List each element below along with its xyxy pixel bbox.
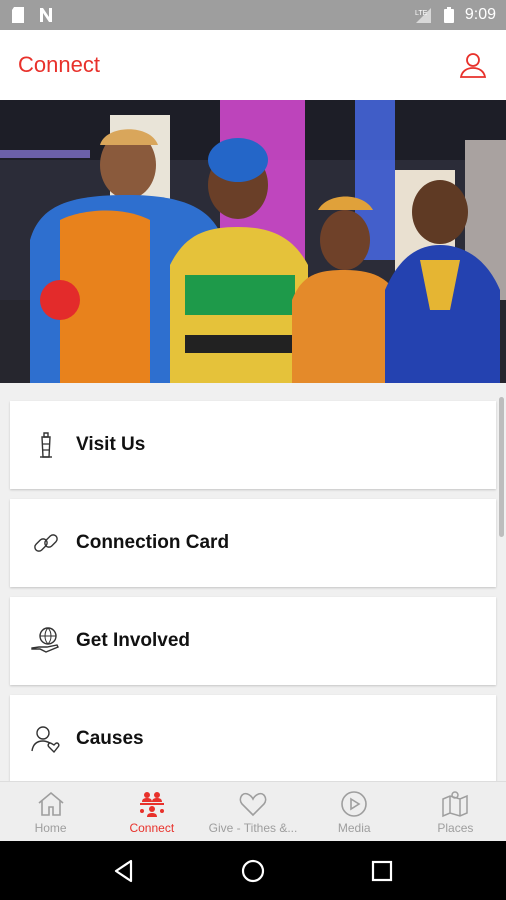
menu-item-label: Visit Us [76, 434, 146, 455]
nav-media-label: Media [337, 820, 371, 835]
lighthouse-icon [40, 432, 52, 458]
nav-places-label: Places [437, 820, 474, 835]
play-circle-icon [341, 790, 368, 817]
svg-text:LTE: LTE [415, 10, 428, 17]
menu-list: Visit Us Connection Card Get Involved Ca… [0, 383, 506, 781]
nav-home-label: Home [34, 820, 67, 835]
nav-give[interactable]: Give - Tithes &... [202, 782, 303, 841]
link-icon [34, 534, 58, 552]
status-bar: LTE 9:09 [0, 0, 506, 30]
battery-icon [443, 7, 454, 23]
home-icon [38, 791, 64, 816]
nav-home[interactable]: Home [0, 782, 101, 841]
nav-give-label: Give - Tithes &... [208, 820, 298, 835]
page-title: Connect [18, 52, 100, 77]
signal-icon: LTE [415, 8, 431, 23]
get-involved-item[interactable]: Get Involved [10, 597, 496, 685]
globe-hand-icon [31, 627, 59, 653]
list-scrollbar[interactable] [499, 397, 504, 537]
menu-item-label: Causes [76, 728, 144, 749]
n-logo-icon [40, 8, 52, 22]
map-icon [442, 790, 469, 817]
person-icon[interactable] [458, 50, 488, 80]
heart-icon [239, 792, 267, 816]
visit-us-item[interactable]: Visit Us [10, 401, 496, 489]
menu-item-label: Get Involved [76, 630, 191, 651]
menu-item-label: Connection Card [76, 532, 230, 553]
nav-connect-label: Connect [129, 820, 175, 835]
nav-places[interactable]: Places [405, 782, 506, 841]
clock-time: 9:09 [464, 6, 496, 23]
recents-icon[interactable] [369, 858, 395, 884]
people-connect-icon [139, 791, 164, 817]
causes-item[interactable]: Causes [10, 695, 496, 781]
bottom-navigation: Home Connect Give - Tithes &... Media Pl… [0, 781, 506, 841]
person-heart-icon [31, 726, 60, 754]
sd-card-icon [12, 7, 24, 23]
back-icon[interactable] [111, 858, 137, 884]
nav-media[interactable]: Media [304, 782, 405, 841]
home-circle-icon[interactable] [240, 858, 266, 884]
nav-connect[interactable]: Connect [101, 782, 202, 841]
system-navigation-bar [0, 841, 506, 900]
connection-card-item[interactable]: Connection Card [10, 499, 496, 587]
group-photo-image [0, 100, 506, 383]
hero-photo [0, 100, 506, 383]
app-bar: Connect [0, 30, 506, 100]
